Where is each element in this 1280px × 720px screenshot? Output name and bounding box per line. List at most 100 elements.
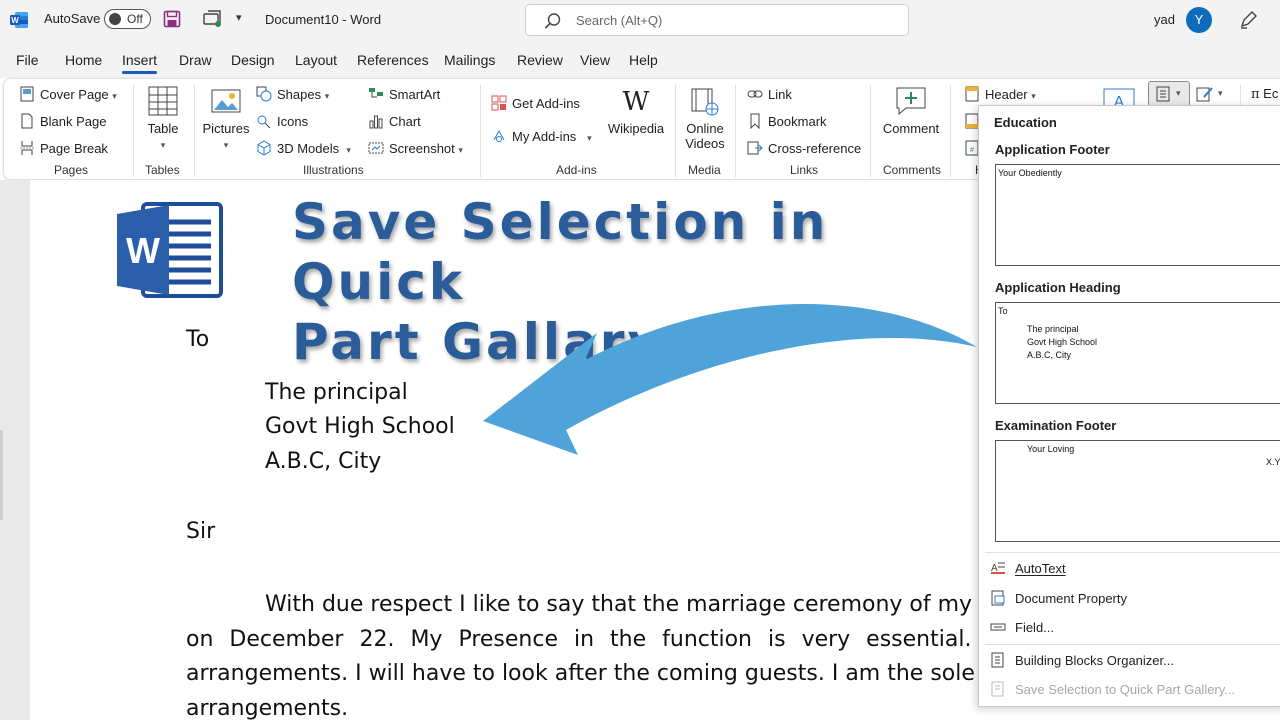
doc-address-line: A.B.C, City: [265, 449, 382, 474]
building-blocks-organizer-menu-item[interactable]: Building Blocks Organizer...: [989, 652, 1174, 668]
search-input[interactable]: Search (Alt+Q): [525, 4, 909, 36]
group-divider: [675, 85, 676, 177]
group-divider: [950, 85, 951, 177]
customize-qat-icon[interactable]: ▾: [236, 11, 242, 24]
doc-paragraph: With due respect I like to say that the …: [186, 588, 986, 720]
tab-references[interactable]: References: [357, 52, 429, 68]
get-addins-button[interactable]: Get Add-ins: [491, 95, 580, 111]
user-name[interactable]: yad: [1154, 12, 1175, 27]
tab-file[interactable]: File: [16, 52, 39, 68]
cover-page-icon: [20, 86, 34, 102]
group-label-media: Media: [688, 163, 721, 177]
smartart-button[interactable]: SmartArt: [368, 86, 440, 102]
chevron-down-icon: ▾: [160, 140, 166, 150]
equation-label: Ec: [1263, 86, 1279, 101]
doc-address-line: Govt High School: [265, 414, 455, 439]
shapes-icon: [256, 86, 272, 102]
tab-draw[interactable]: Draw: [179, 52, 212, 68]
tab-review[interactable]: Review: [517, 52, 563, 68]
building-blocks-label: Building Blocks Organizer...: [1015, 653, 1174, 668]
tab-help[interactable]: Help: [629, 52, 658, 68]
online-videos-label-1: Online: [686, 121, 724, 136]
my-addins-label: My Add-ins: [512, 129, 577, 144]
doc-address-line: The principal: [265, 380, 408, 405]
gallery-entry-examination-footer[interactable]: Your Loving X.Y: [995, 440, 1280, 542]
gallery-entry-application-footer[interactable]: Your Obediently: [995, 164, 1280, 266]
word-logo-icon: W: [117, 202, 223, 298]
quick-parts-button[interactable]: ▾: [1148, 81, 1190, 107]
svg-text:#: #: [970, 147, 974, 154]
tab-home[interactable]: Home: [65, 52, 102, 68]
field-menu-item[interactable]: Field...: [989, 619, 1054, 635]
doc-paragraph-line: With due respect I like to say that the …: [265, 592, 986, 617]
tab-view[interactable]: View: [580, 52, 610, 68]
header-icon: [965, 86, 979, 102]
document-property-icon: [991, 590, 1005, 606]
online-videos-icon: [691, 88, 719, 116]
screenshot-button[interactable]: Screenshot ▾: [368, 140, 463, 156]
doc-salutation: Sir: [186, 519, 216, 544]
tab-layout[interactable]: Layout: [295, 52, 337, 68]
online-videos-button[interactable]: Online Videos: [683, 87, 727, 151]
search-placeholder: Search (Alt+Q): [576, 13, 663, 28]
cross-reference-button[interactable]: Cross-reference: [747, 140, 861, 156]
autotext-icon: A: [991, 562, 1005, 574]
shapes-label: Shapes: [277, 87, 322, 102]
header-button[interactable]: Header ▾: [964, 86, 1036, 102]
quick-parts-menu: Education Application Footer Your Obedie…: [978, 105, 1280, 707]
search-icon: [544, 13, 561, 29]
wikipedia-button[interactable]: W Wikipedia: [606, 87, 666, 136]
chart-button[interactable]: Chart: [368, 113, 421, 129]
tab-insert[interactable]: Insert: [122, 52, 158, 74]
page-break-button[interactable]: Page Break: [19, 140, 108, 156]
save-selection-menu-item[interactable]: Save Selection to Quick Part Gallery...: [989, 681, 1235, 697]
group-label-comments: Comments: [883, 163, 942, 177]
table-icon: [148, 86, 178, 116]
chevron-down-icon: ▾: [324, 91, 330, 101]
field-label: Field...: [1015, 620, 1055, 635]
menu-divider: [985, 644, 1280, 645]
blank-page-button[interactable]: Blank Page: [19, 113, 107, 129]
shapes-button[interactable]: Shapes ▾: [256, 86, 329, 102]
group-label-illustrations: Illustrations: [303, 163, 364, 177]
document-property-menu-item[interactable]: Document Property: [989, 590, 1127, 606]
tab-mailings[interactable]: Mailings: [444, 52, 495, 68]
pictures-label: Pictures: [202, 121, 250, 136]
word-icon: W: [10, 12, 28, 28]
gallery-entry-application-heading[interactable]: To The principal Govt High School A.B.C,…: [995, 302, 1280, 404]
headline-line-1: Save Selection in Quick: [292, 193, 829, 311]
table-button[interactable]: Table ▾: [144, 85, 182, 151]
table-label: Table: [147, 121, 179, 136]
3d-models-label: 3D Models: [277, 141, 340, 156]
comment-label: Comment: [882, 121, 940, 136]
touch-mode-icon[interactable]: [203, 10, 223, 28]
field-icon: [990, 623, 1006, 631]
equation-button[interactable]: π Ec: [1251, 86, 1278, 102]
group-label-links: Links: [790, 163, 819, 177]
pictures-icon: [211, 89, 241, 113]
pictures-button[interactable]: Pictures ▾: [202, 85, 250, 151]
title-bar: W AutoSave Off ▾ Document10 - Word Searc…: [0, 0, 1280, 40]
autosave-label: AutoSave: [44, 11, 101, 26]
cover-page-button[interactable]: Cover Page ▾: [19, 86, 117, 102]
chevron-down-icon: ▾: [1218, 88, 1223, 98]
avatar[interactable]: Y: [1186, 7, 1212, 33]
preview-text: Govt High School: [1027, 337, 1098, 347]
group-label-pages: Pages: [54, 163, 89, 177]
link-icon: [747, 90, 763, 98]
autotext-menu-item[interactable]: A AutoText: [989, 560, 1066, 576]
autosave-toggle[interactable]: Off: [104, 9, 151, 29]
svg-text:W: W: [126, 230, 160, 271]
3d-models-button[interactable]: 3D Models ▾: [256, 140, 351, 156]
link-button[interactable]: Link: [747, 86, 792, 102]
comment-button[interactable]: Comment: [880, 85, 942, 136]
bookmark-icon: [750, 113, 760, 129]
chevron-down-icon: ▾: [112, 91, 117, 101]
save-icon[interactable]: [163, 10, 181, 28]
bookmark-button[interactable]: Bookmark: [747, 113, 827, 129]
get-addins-label: Get Add-ins: [512, 96, 580, 111]
icons-button[interactable]: Icons: [256, 113, 308, 129]
tab-design[interactable]: Design: [231, 52, 275, 68]
my-addins-button[interactable]: My Add-ins ▾: [491, 128, 592, 144]
pen-icon[interactable]: [1238, 10, 1258, 30]
